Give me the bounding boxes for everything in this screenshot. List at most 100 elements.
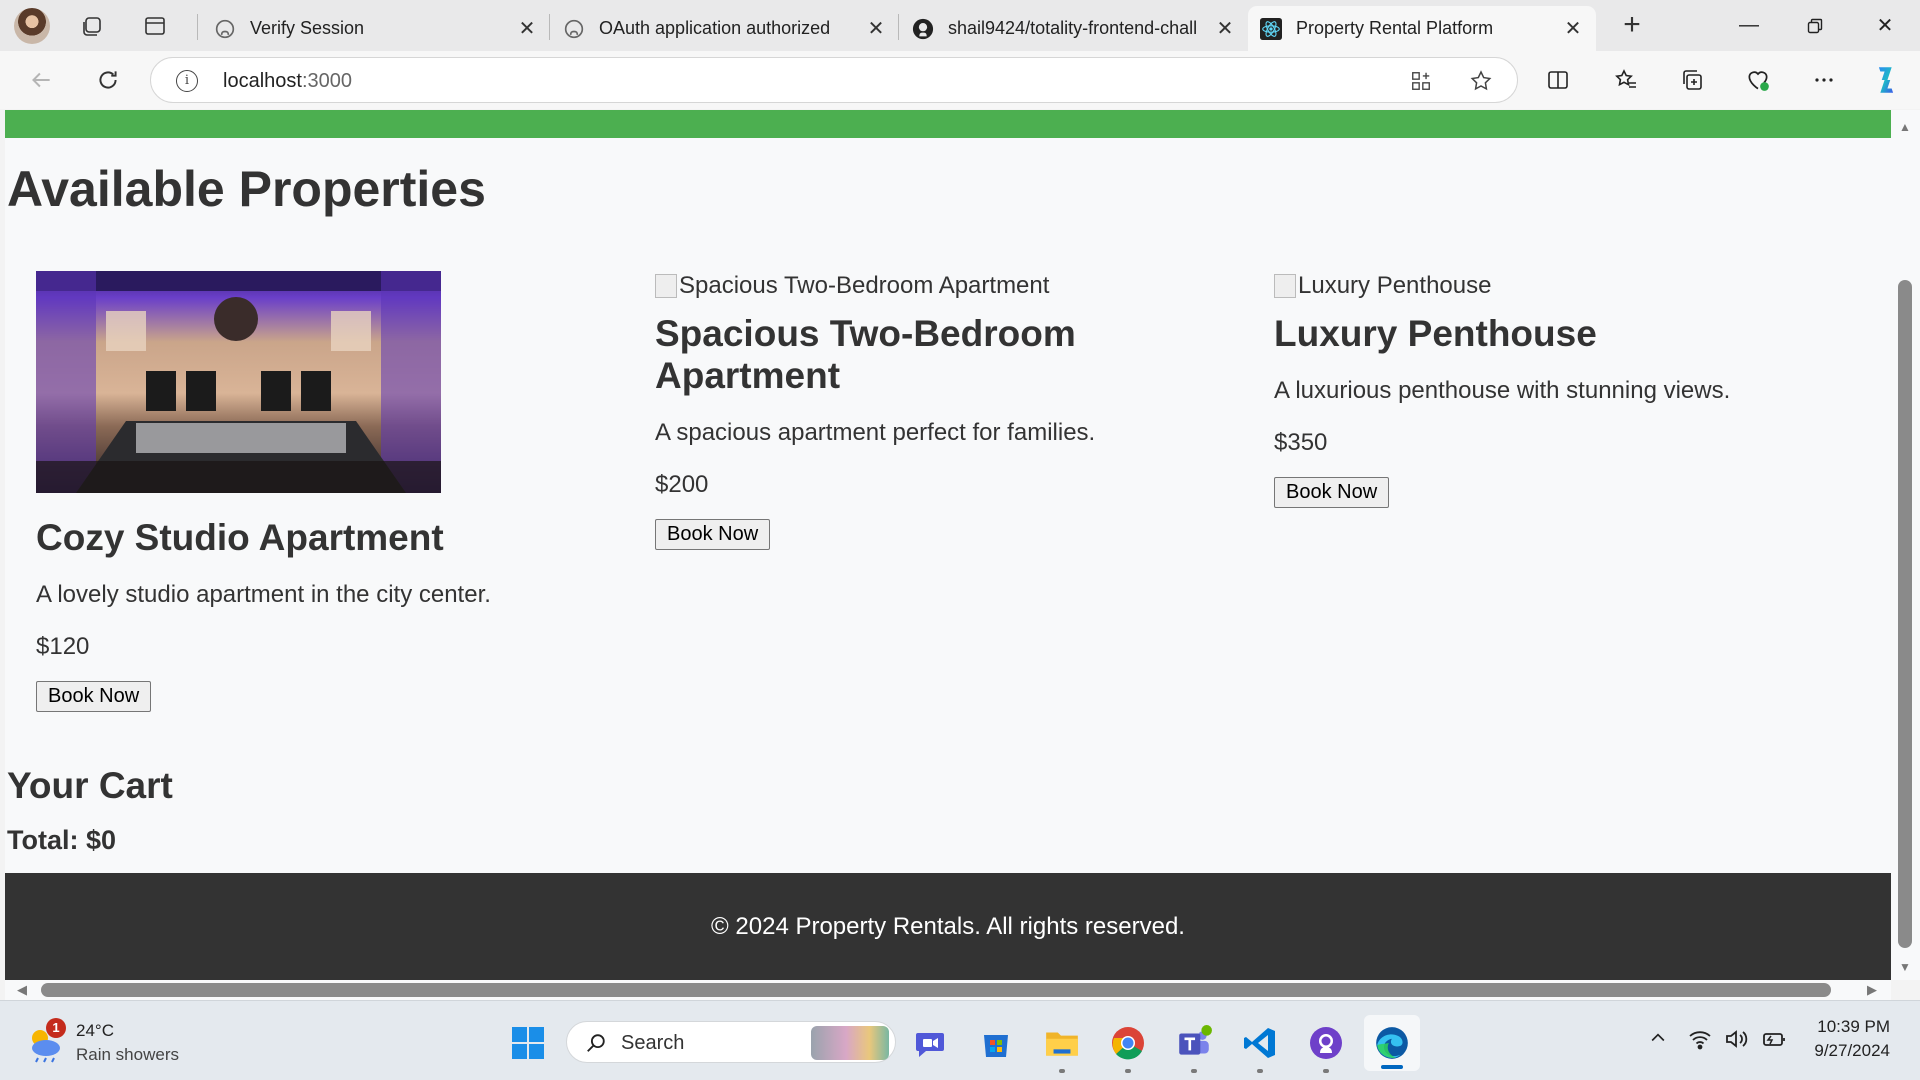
- file-explorer-icon[interactable]: [1040, 1021, 1084, 1073]
- property-image: [36, 271, 441, 493]
- weather-rain-icon: 1: [24, 1018, 66, 1064]
- windows-taskbar: 1 24°C Rain showers Search 10:39 PM 9/27…: [0, 1000, 1920, 1080]
- github-icon: [912, 18, 934, 40]
- url-text[interactable]: localhost:3000: [223, 70, 352, 93]
- active-indicator: [1381, 1065, 1403, 1069]
- weather-condition: Rain showers: [76, 1045, 179, 1064]
- url-port: :3000: [301, 70, 352, 92]
- running-indicator: [1191, 1069, 1197, 1073]
- property-price: $350: [1274, 429, 1328, 456]
- teams-chat-icon[interactable]: [908, 1021, 952, 1065]
- browser-essentials-icon[interactable]: [1740, 62, 1776, 98]
- close-window-button[interactable]: ✕: [1852, 0, 1918, 51]
- chrome-icon[interactable]: [1106, 1021, 1150, 1073]
- search-icon: [585, 1032, 607, 1059]
- property-image: Spacious Two-Bedroom Apartment: [655, 271, 1215, 301]
- tab-title: OAuth application authorized: [599, 18, 831, 38]
- battery-icon[interactable]: [1760, 1028, 1786, 1055]
- search-highlight-art: [811, 1026, 889, 1060]
- minimize-button[interactable]: —: [1716, 0, 1782, 51]
- browser-tab-strip: Verify Session ✕ OAuth application autho…: [0, 0, 1920, 51]
- scroll-up-arrow-icon[interactable]: ▲: [1898, 120, 1912, 134]
- header-bar: [5, 110, 1891, 138]
- book-now-button[interactable]: Book Now: [36, 681, 152, 712]
- teams-icon[interactable]: [1172, 1021, 1216, 1073]
- cart-total: Total: $0: [7, 825, 117, 855]
- book-now-button[interactable]: Book Now: [1274, 477, 1390, 508]
- horizontal-scroll-thumb[interactable]: [41, 983, 1831, 997]
- profile-avatar[interactable]: [14, 8, 50, 44]
- running-indicator: [1323, 1069, 1329, 1073]
- footer-text: © 2024 Property Rentals. All rights rese…: [711, 912, 1185, 940]
- favorites-icon[interactable]: [1608, 62, 1644, 98]
- github-icon: [563, 18, 585, 40]
- browser-toolbar: i localhost:3000: [0, 51, 1920, 109]
- close-tab-icon[interactable]: ✕: [1214, 16, 1236, 41]
- vertical-tabs-icon[interactable]: [139, 10, 171, 42]
- running-indicator: [1125, 1069, 1131, 1073]
- react-icon: [1260, 17, 1282, 40]
- collections-icon[interactable]: [1674, 62, 1710, 98]
- split-screen-icon[interactable]: [1540, 62, 1576, 98]
- refresh-button[interactable]: [89, 61, 127, 99]
- close-tab-icon[interactable]: ✕: [1562, 16, 1584, 41]
- edge-icon[interactable]: [1364, 1015, 1420, 1071]
- property-price: $200: [655, 471, 709, 498]
- property-description: A lovely studio apartment in the city ce…: [36, 581, 491, 608]
- new-tab-button[interactable]: +: [1614, 8, 1650, 44]
- tab-github-repo[interactable]: shail9424/totality-frontend-chall ✕: [900, 6, 1248, 51]
- workspaces-icon[interactable]: [76, 10, 108, 42]
- notification-badge: 1: [46, 1018, 66, 1038]
- page-viewport: Available Properties Cozy Studio Apartme…: [5, 110, 1891, 980]
- property-image: Luxury Penthouse: [1274, 271, 1834, 301]
- horizontal-scrollbar[interactable]: ◀ ▶: [5, 980, 1891, 1000]
- vscode-icon[interactable]: [1238, 1021, 1282, 1073]
- scroll-down-arrow-icon[interactable]: ▼: [1898, 960, 1912, 974]
- scroll-left-arrow-icon[interactable]: ◀: [17, 982, 27, 998]
- cart-heading: Your Cart: [7, 765, 173, 806]
- running-indicator: [1059, 1069, 1065, 1073]
- property-name: Spacious Two-Bedroom Apartment: [655, 313, 1076, 396]
- show-hidden-icons-icon[interactable]: [1648, 1028, 1668, 1053]
- broken-image-icon: [1274, 274, 1296, 298]
- favorite-star-icon[interactable]: [1469, 69, 1493, 93]
- taskbar-search[interactable]: Search: [566, 1021, 896, 1063]
- copilot-icon[interactable]: [1868, 62, 1904, 98]
- more-options-icon[interactable]: [1806, 62, 1842, 98]
- search-label: Search: [621, 1032, 685, 1054]
- image-alt-text: Spacious Two-Bedroom Apartment: [679, 272, 1050, 299]
- weather-widget[interactable]: 1 24°C Rain showers: [24, 1018, 179, 1067]
- vertical-scrollbar[interactable]: ▲ ▼: [1891, 110, 1920, 980]
- wifi-icon[interactable]: [1688, 1028, 1712, 1055]
- app-available-icon[interactable]: [1409, 69, 1433, 93]
- book-now-button[interactable]: Book Now: [655, 519, 771, 550]
- address-bar[interactable]: i localhost:3000: [150, 57, 1518, 103]
- tab-oauth-authorized[interactable]: OAuth application authorized ✕: [551, 6, 899, 51]
- start-button[interactable]: [506, 1021, 550, 1065]
- property-description: A spacious apartment perfect for familie…: [655, 419, 1096, 446]
- tab-separator: [197, 14, 198, 40]
- page-title: Available Properties: [7, 161, 486, 217]
- vertical-scroll-thumb[interactable]: [1898, 280, 1912, 948]
- tab-verify-session[interactable]: Verify Session ✕: [202, 6, 550, 51]
- tab-property-rental[interactable]: Property Rental Platform ✕: [1248, 6, 1596, 51]
- github-icon: [214, 18, 236, 40]
- site-info-icon[interactable]: i: [176, 70, 198, 92]
- system-clock[interactable]: 10:39 PM 9/27/2024: [1814, 1015, 1890, 1063]
- tab-separator: [549, 14, 550, 40]
- volume-icon[interactable]: [1724, 1028, 1748, 1055]
- studio-photo-icon: [36, 271, 441, 493]
- github-desktop-icon[interactable]: [1304, 1021, 1348, 1073]
- property-name: Luxury Penthouse: [1274, 313, 1597, 354]
- property-card: Luxury Penthouse Luxury Penthouse A luxu…: [1274, 271, 1834, 508]
- image-alt-text: Luxury Penthouse: [1298, 272, 1492, 299]
- back-button[interactable]: [22, 61, 60, 99]
- close-tab-icon[interactable]: ✕: [516, 16, 538, 41]
- weather-temp: 24°C: [76, 1021, 114, 1040]
- scroll-right-arrow-icon[interactable]: ▶: [1867, 982, 1877, 998]
- clock-date: 9/27/2024: [1814, 1041, 1890, 1060]
- restore-button[interactable]: [1782, 0, 1848, 51]
- microsoft-store-icon[interactable]: [974, 1021, 1018, 1065]
- property-name: Cozy Studio Apartment: [36, 517, 444, 558]
- close-tab-icon[interactable]: ✕: [865, 16, 887, 41]
